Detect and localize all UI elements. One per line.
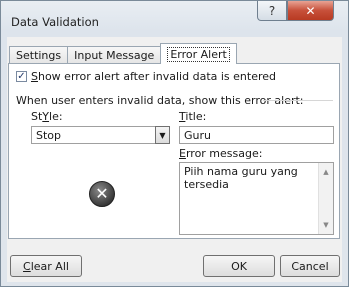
tab-settings-label: Settings: [16, 49, 62, 62]
tab-error-alert[interactable]: Error Alert: [160, 43, 237, 64]
clear-all-button[interactable]: Clear All: [10, 255, 82, 277]
tab-strip: Settings Input Message Error Alert: [9, 42, 237, 64]
tab-settings[interactable]: Settings: [9, 46, 69, 64]
section-label: When user enters invalid data, show this…: [16, 94, 304, 107]
checkmark-icon: ✓: [17, 70, 26, 82]
style-select[interactable]: Stop ▼: [31, 126, 170, 144]
show-alert-option[interactable]: ✓ Show error alert after invalid data is…: [16, 70, 276, 83]
error-message-input[interactable]: Piih nama guru yang tersedia ▲ ▼: [179, 162, 334, 235]
close-icon: ✕: [305, 3, 316, 18]
error-message-label-text: rror message:: [185, 147, 263, 160]
error-message-label-mnemonic: E: [179, 147, 186, 160]
title-input[interactable]: Guru: [179, 126, 334, 144]
ok-button[interactable]: OK: [203, 255, 275, 277]
chevron-down-icon: ▼: [159, 130, 166, 140]
clear-all-label-text: lear All: [30, 259, 69, 273]
title-input-value: Guru: [184, 129, 211, 142]
tab-input-message-label: Input Message: [74, 49, 155, 62]
cancel-button[interactable]: Cancel: [280, 255, 340, 277]
section-divider: [263, 100, 333, 101]
style-label: StYle:: [31, 110, 63, 123]
ok-label: OK: [231, 259, 247, 273]
dropdown-arrow-button[interactable]: ▼: [155, 126, 170, 144]
tab-input-message[interactable]: Input Message: [67, 46, 162, 64]
clear-all-label: Clear All: [23, 260, 69, 273]
dialog-body: Settings Input Message Error Alert ✓ Sho…: [7, 37, 342, 282]
show-alert-label-mnemonic: S: [31, 70, 38, 83]
scroll-down-icon[interactable]: ▼: [319, 218, 333, 232]
cancel-label: Cancel: [291, 259, 329, 273]
data-validation-dialog: Data Validation ? ✕ Settings Input Messa…: [0, 0, 349, 287]
window-title: Data Validation: [11, 15, 99, 29]
error-alert-panel: ✓ Show error alert after invalid data is…: [8, 63, 340, 239]
error-message-scrollbar[interactable]: ▲ ▼: [318, 163, 333, 234]
style-select-value: Stop: [36, 129, 62, 142]
show-alert-label: Show error alert after invalid data is e…: [31, 70, 276, 83]
stop-icon-glyph: ✕: [95, 184, 109, 203]
scroll-up-icon[interactable]: ▲: [319, 165, 333, 179]
close-button[interactable]: ✕: [287, 1, 334, 21]
title-bar[interactable]: Data Validation ? ✕: [1, 1, 348, 37]
style-label-pre: St: [31, 110, 43, 123]
stop-error-icon: ✕: [89, 181, 115, 207]
show-alert-checkbox[interactable]: ✓: [16, 71, 27, 82]
title-label-text: itle:: [185, 110, 207, 123]
help-button[interactable]: ?: [257, 1, 287, 21]
show-alert-label-text: how error alert after invalid data is en…: [37, 70, 276, 83]
clear-all-mnemonic: C: [23, 259, 31, 273]
error-message-value: Piih nama guru yang tersedia: [184, 165, 298, 191]
title-label: Title:: [179, 110, 206, 123]
error-message-label: Error message:: [179, 147, 262, 160]
help-icon: ?: [268, 3, 276, 18]
style-label-post: le:: [49, 110, 63, 123]
tab-error-alert-label: Error Alert: [167, 46, 230, 62]
